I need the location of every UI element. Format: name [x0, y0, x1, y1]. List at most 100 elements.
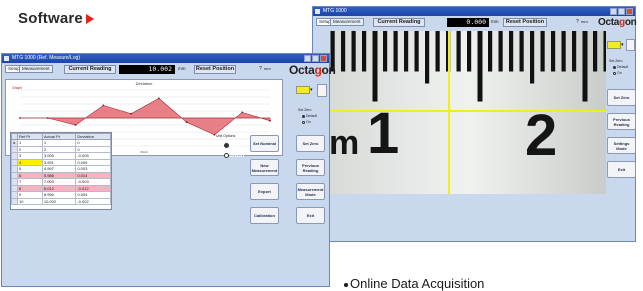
- ruler-tick: [372, 31, 378, 102]
- help-icon[interactable]: ?: [576, 19, 579, 25]
- ruler-tick: [467, 31, 472, 72]
- data-point: [241, 111, 244, 114]
- ruler-tick: [572, 31, 577, 72]
- ruler-tick: [456, 31, 461, 72]
- on-label: On: [306, 120, 311, 124]
- measurement-window: MTG 1000 (Ref. Measure/Log) Setup Measur…: [1, 53, 336, 287]
- previous-reading-button[interactable]: Previous Reading: [296, 159, 325, 176]
- exit-button[interactable]: Exit: [607, 161, 636, 178]
- default-radio[interactable]: Default: [302, 114, 317, 118]
- exit-button[interactable]: Exit: [296, 207, 325, 224]
- set-zero-button[interactable]: Set Zero: [296, 135, 325, 152]
- reset-position-button[interactable]: Reset Position: [194, 65, 236, 74]
- reset-position-button[interactable]: Reset Position: [503, 18, 547, 27]
- tab-measurement[interactable]: Measurement: [19, 65, 53, 73]
- logo-part-b: on: [321, 63, 336, 77]
- ruler-tick: [414, 31, 419, 72]
- minimize-button[interactable]: [610, 8, 617, 15]
- measurement-mode-button[interactable]: Measurement Mode: [296, 183, 325, 200]
- default-label: Default: [306, 114, 318, 118]
- heading-text: Software: [18, 10, 83, 27]
- ruler-tick: [561, 31, 566, 72]
- maximize-button[interactable]: [312, 55, 319, 62]
- ruler-number-1: 1: [367, 101, 399, 166]
- new-measurement-button[interactable]: New Measurement: [250, 159, 279, 176]
- table-row[interactable]: 10 10.002 -0.002: [11, 197, 111, 205]
- window-title: MTG 1000: [323, 8, 347, 14]
- color-swatch[interactable]: [607, 41, 621, 49]
- data-point: [74, 124, 77, 126]
- camera-window: MTG 1000 Setup Measurement Current Readi…: [312, 6, 637, 242]
- ruler-tick: [341, 31, 346, 72]
- current-reading-label: Current Reading: [373, 18, 425, 27]
- on-radio[interactable]: On: [302, 120, 311, 124]
- ruler-tick: [519, 31, 524, 72]
- unit-inch-label: inch: [230, 152, 245, 159]
- close-button[interactable]: [626, 8, 633, 15]
- octagon-logo: Octagon: [598, 17, 637, 28]
- set-zero-button[interactable]: Set Zero: [607, 89, 636, 106]
- on-label: On: [617, 71, 622, 75]
- default-label: Default: [617, 65, 629, 69]
- default-radio[interactable]: Default: [613, 65, 628, 69]
- radio-icon: [302, 120, 305, 124]
- help-units: mm: [264, 66, 271, 71]
- chevron-down-icon[interactable]: ▾: [621, 42, 624, 48]
- toolbar: Setup Measurement Current Reading 0.000 …: [313, 16, 637, 30]
- minimize-button[interactable]: [304, 55, 311, 62]
- ruler-tick: [551, 31, 556, 72]
- section-heading: Software: [18, 10, 94, 27]
- bullet-icon: [344, 283, 348, 287]
- maximize-button[interactable]: [618, 8, 625, 15]
- ruler-tick: [488, 31, 493, 72]
- data-point: [19, 117, 21, 119]
- on-radio[interactable]: On: [613, 71, 622, 75]
- ruler-tick: [404, 31, 409, 72]
- octagon-logo: Octagon: [289, 63, 336, 77]
- close-button[interactable]: [320, 55, 327, 62]
- unit-mm-radio[interactable]: mm: [224, 142, 242, 149]
- window-controls: [304, 55, 327, 62]
- ruler-tick: [393, 31, 398, 72]
- camera-view[interactable]: 1 2 m: [329, 31, 606, 194]
- help-icon[interactable]: ?: [259, 66, 262, 72]
- ruler-tick: [530, 31, 535, 84]
- chevron-down-icon[interactable]: ▾: [310, 87, 313, 93]
- radio-icon: [224, 152, 229, 158]
- title-bar: MTG 1000: [313, 7, 635, 16]
- previous-reading-button[interactable]: Previous Reading: [607, 113, 636, 130]
- tab-measurement[interactable]: Measurement: [330, 18, 364, 26]
- window-controls: [610, 8, 633, 15]
- ruler-tick: [477, 31, 483, 102]
- title-bar: MTG 1000 (Ref. Measure/Log): [2, 54, 329, 63]
- unit-inch-radio[interactable]: inch: [224, 152, 244, 159]
- chart-legend: Graph: [12, 86, 22, 90]
- ruler-tick: [425, 31, 430, 84]
- logo-part-b: on: [624, 17, 637, 28]
- logo-part-o: g: [314, 63, 322, 77]
- export-button[interactable]: Export: [250, 183, 279, 200]
- ruler-tick: [593, 31, 598, 72]
- app-icon: [315, 9, 320, 14]
- set-nominal-button[interactable]: Set Nominal: [250, 135, 279, 152]
- data-grid[interactable]: Ref Pt Actual Pt Deviation ▸ 1 1 0 220 3 3.0…: [10, 132, 112, 210]
- help-units: mm: [581, 19, 588, 24]
- chart-xlabel: Point: [141, 150, 148, 154]
- deviation-cell[interactable]: -0.002: [75, 197, 111, 205]
- calibration-button[interactable]: Calibration: [250, 207, 279, 224]
- ruler-tick: [509, 31, 514, 72]
- preview-box: [317, 84, 327, 97]
- data-point: [130, 112, 133, 115]
- ruler-number-2: 2: [525, 103, 557, 168]
- unit-options-label: Unit Options: [216, 134, 236, 138]
- current-reading-label: Current Reading: [64, 65, 116, 74]
- settings-mode-button[interactable]: Settings Mode: [607, 137, 636, 154]
- ruler-tick: [582, 31, 588, 102]
- ref-cell[interactable]: 10: [17, 197, 43, 205]
- window-title: MTG 1000 (Ref. Measure/Log): [12, 55, 81, 61]
- data-point: [157, 97, 160, 100]
- radio-icon: [613, 71, 616, 75]
- actual-cell[interactable]: 10.002: [41, 197, 77, 205]
- radio-icon: [613, 65, 616, 69]
- color-swatch[interactable]: [296, 86, 310, 94]
